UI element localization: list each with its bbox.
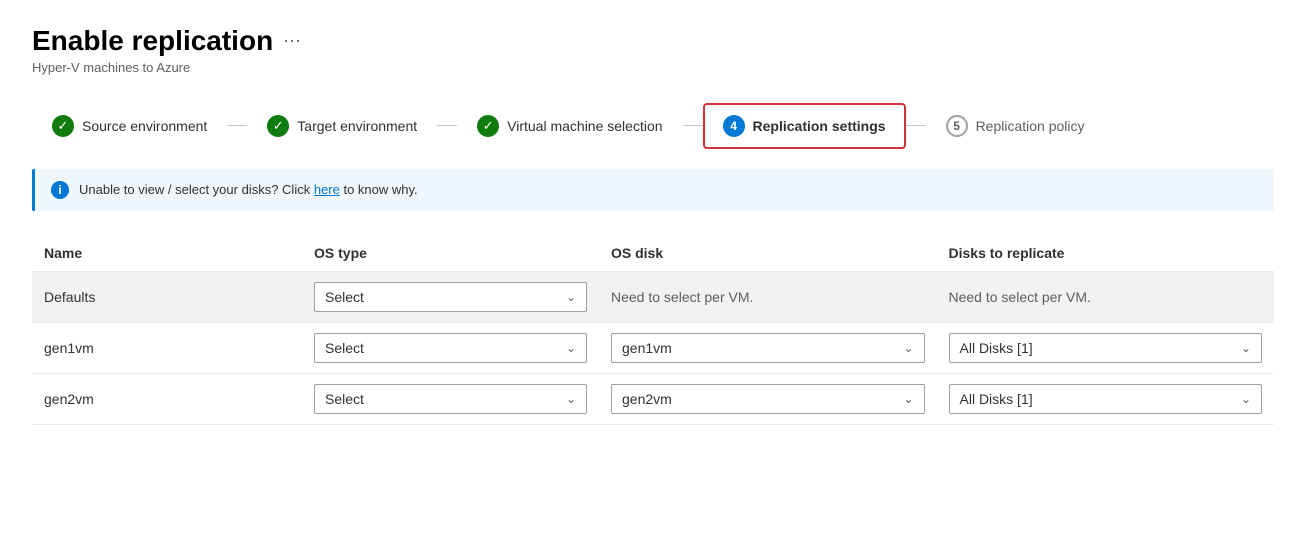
info-link[interactable]: here: [314, 182, 340, 197]
info-text: Unable to view / select your disks? Clic…: [79, 182, 418, 197]
chevron-down-icon: ⌄: [566, 341, 576, 355]
chevron-down-icon: ⌄: [903, 341, 913, 355]
disks-cell-gen1vm[interactable]: All Disks [1] ⌄: [937, 322, 1275, 373]
step-label: Virtual machine selection: [507, 118, 662, 134]
os-disk-cell-gen2vm[interactable]: gen2vm ⌄: [599, 373, 937, 424]
page-header: Enable replication ··· Hyper-V machines …: [32, 24, 1274, 75]
step-label: Replication settings: [753, 118, 886, 134]
os-type-cell-gen1vm[interactable]: Select ⌄: [302, 322, 599, 373]
vm-table: Name OS type OS disk Disks to replicate …: [32, 235, 1274, 425]
step-divider: [227, 125, 247, 126]
step-target-environment[interactable]: ✓ Target environment: [247, 103, 437, 149]
step-complete-icon: ✓: [267, 115, 289, 137]
disks-select-gen1vm[interactable]: All Disks [1] ⌄: [949, 333, 1263, 363]
step-label: Source environment: [82, 118, 207, 134]
step-divider: [683, 125, 703, 126]
step-replication-settings[interactable]: 4 Replication settings: [703, 103, 906, 149]
more-options-icon[interactable]: ···: [283, 30, 301, 51]
step-source-environment[interactable]: ✓ Source environment: [32, 103, 227, 149]
table-row: gen2vm Select ⌄ gen2vm ⌄ All Disks [1] ⌄: [32, 373, 1274, 424]
os-disk-cell-defaults: Need to select per VM.: [599, 271, 937, 322]
col-header-disks-to-replicate: Disks to replicate: [937, 235, 1275, 272]
chevron-down-icon: ⌄: [903, 392, 913, 406]
os-type-select-gen1vm[interactable]: Select ⌄: [314, 333, 587, 363]
os-type-cell-gen2vm[interactable]: Select ⌄: [302, 373, 599, 424]
info-icon: i: [51, 181, 69, 199]
os-disk-muted-text: Need to select per VM.: [611, 289, 753, 305]
page-subtitle: Hyper-V machines to Azure: [32, 60, 1274, 75]
step-replication-policy[interactable]: 5 Replication policy: [926, 103, 1105, 149]
chevron-down-icon: ⌄: [1241, 392, 1251, 406]
step-divider: [906, 125, 926, 126]
table-row: gen1vm Select ⌄ gen1vm ⌄ All Disks [1] ⌄: [32, 322, 1274, 373]
step-label: Replication policy: [976, 118, 1085, 134]
info-banner: i Unable to view / select your disks? Cl…: [32, 169, 1274, 211]
disks-muted-text: Need to select per VM.: [949, 289, 1091, 305]
os-type-select-defaults[interactable]: Select ⌄: [314, 282, 587, 312]
step-complete-icon: ✓: [52, 115, 74, 137]
step-label: Target environment: [297, 118, 417, 134]
os-type-select-gen2vm[interactable]: Select ⌄: [314, 384, 587, 414]
chevron-down-icon: ⌄: [566, 392, 576, 406]
step-number-icon-inactive: 5: [946, 115, 968, 137]
os-type-cell-defaults[interactable]: Select ⌄: [302, 271, 599, 322]
os-disk-select-gen2vm[interactable]: gen2vm ⌄: [611, 384, 925, 414]
table-header-row: Name OS type OS disk Disks to replicate: [32, 235, 1274, 272]
page-title: Enable replication: [32, 24, 273, 58]
os-disk-cell-gen1vm[interactable]: gen1vm ⌄: [599, 322, 937, 373]
col-header-name: Name: [32, 235, 302, 272]
row-name-defaults: Defaults: [32, 271, 302, 322]
chevron-down-icon: ⌄: [1241, 341, 1251, 355]
step-vm-selection[interactable]: ✓ Virtual machine selection: [457, 103, 682, 149]
col-header-os-type: OS type: [302, 235, 599, 272]
os-disk-select-gen1vm[interactable]: gen1vm ⌄: [611, 333, 925, 363]
col-header-os-disk: OS disk: [599, 235, 937, 272]
chevron-down-icon: ⌄: [566, 290, 576, 304]
step-number-icon: 4: [723, 115, 745, 137]
table-row: Defaults Select ⌄ Need to select per VM.…: [32, 271, 1274, 322]
disks-cell-gen2vm[interactable]: All Disks [1] ⌄: [937, 373, 1275, 424]
disks-cell-defaults: Need to select per VM.: [937, 271, 1275, 322]
steps-bar: ✓ Source environment ✓ Target environmen…: [32, 103, 1274, 149]
row-name-gen2vm: gen2vm: [32, 373, 302, 424]
step-complete-icon: ✓: [477, 115, 499, 137]
disks-select-gen2vm[interactable]: All Disks [1] ⌄: [949, 384, 1263, 414]
step-divider: [437, 125, 457, 126]
row-name-gen1vm: gen1vm: [32, 322, 302, 373]
